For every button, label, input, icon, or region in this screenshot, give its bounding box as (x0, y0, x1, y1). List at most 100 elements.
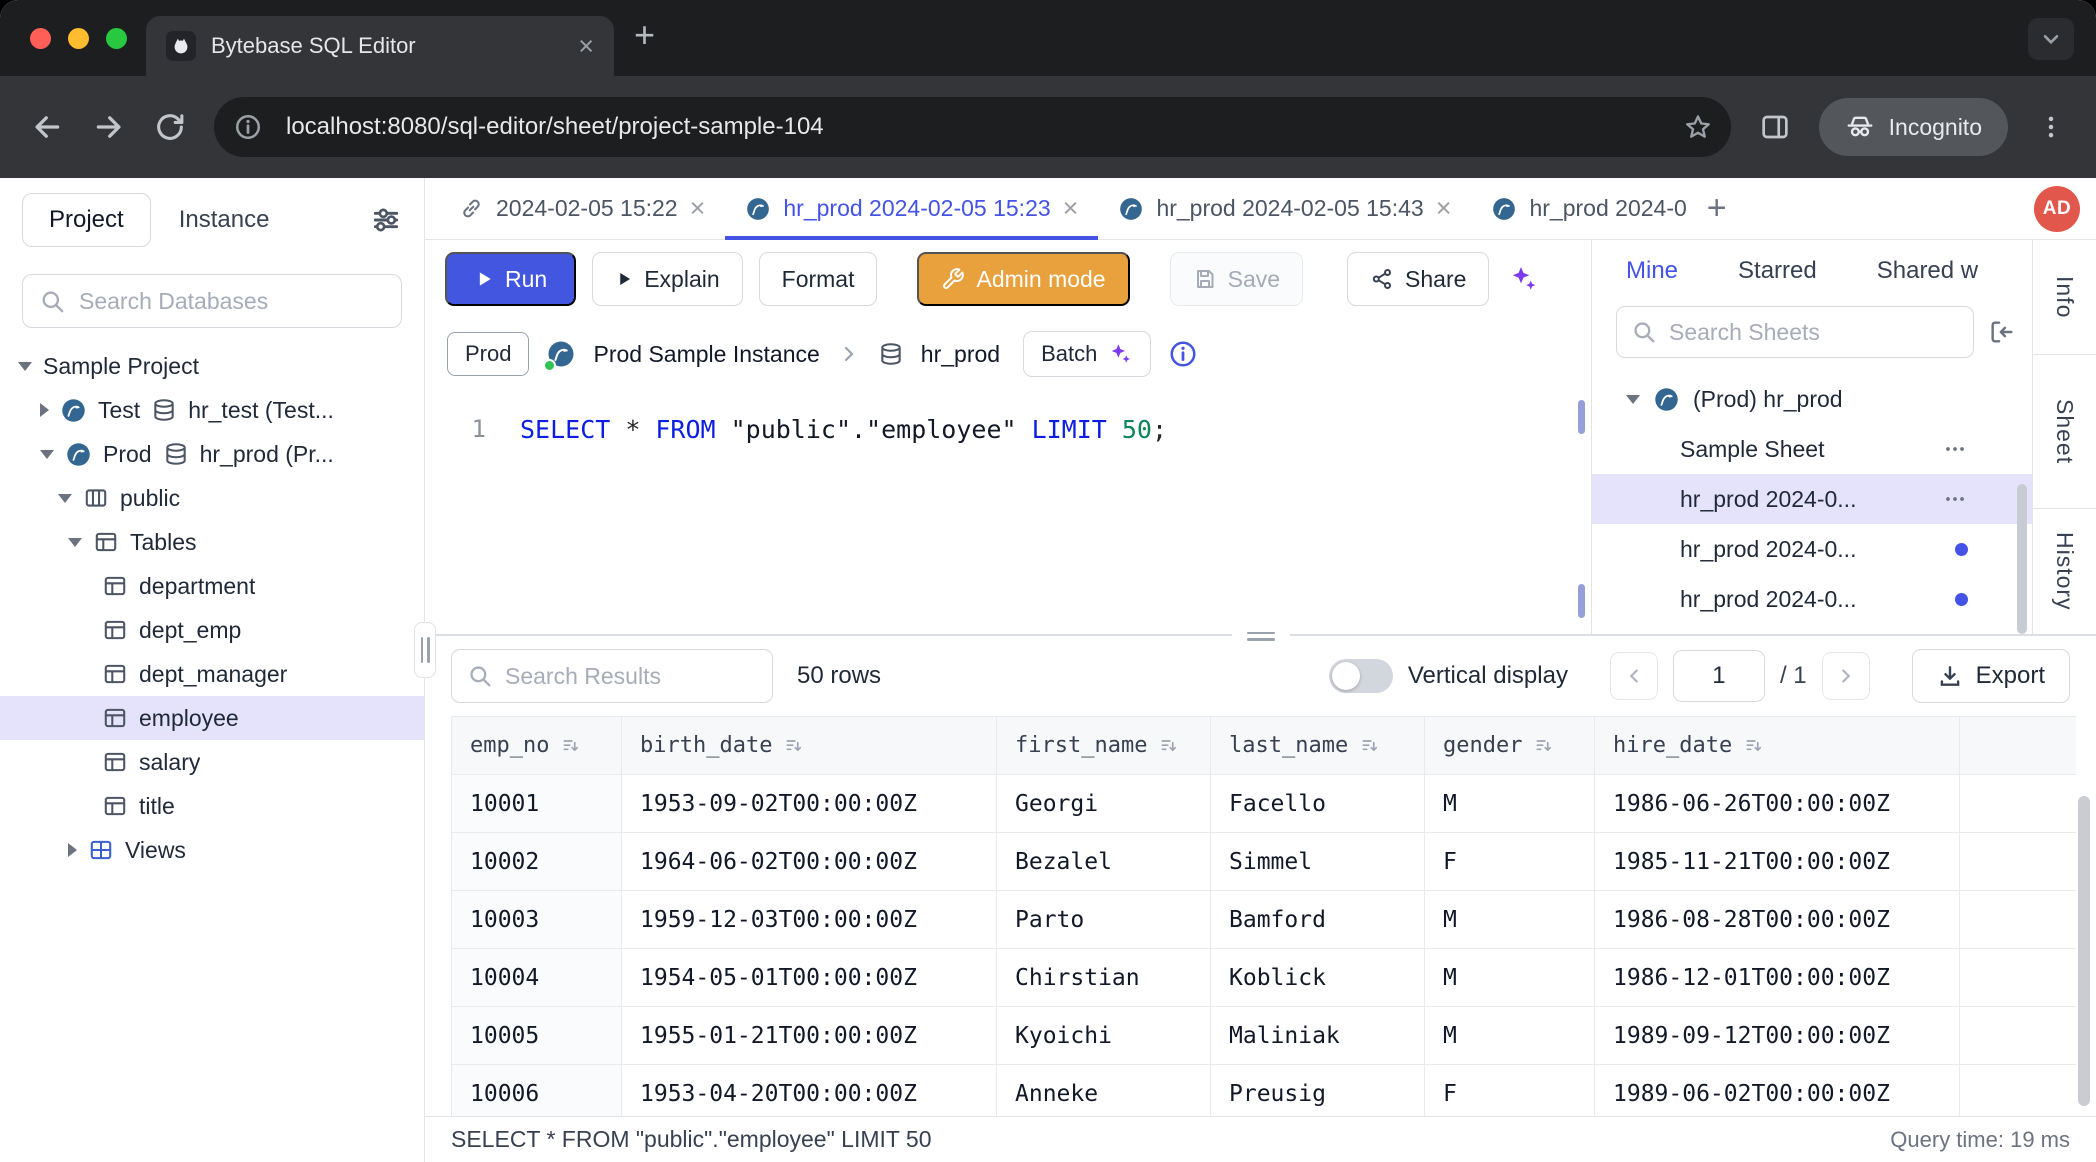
cell[interactable]: 10004 (452, 949, 622, 1007)
caret-down-icon[interactable] (40, 450, 54, 459)
import-sheet-icon[interactable] (1988, 318, 2016, 346)
bookmark-star-icon[interactable] (1683, 112, 1713, 142)
sheets-search[interactable] (1616, 306, 1974, 358)
close-sheet-tab-icon[interactable] (1436, 195, 1452, 222)
results-splitter-handle[interactable] (1232, 628, 1290, 644)
close-window-button[interactable] (30, 28, 51, 49)
table-row[interactable]: 10004 1954-05-01T00:00:00Z Chirstian Kob… (452, 949, 2076, 1007)
rail-tab-info[interactable]: Info (2033, 240, 2096, 355)
table-row[interactable]: 10001 1953-09-02T00:00:00Z Georgi Facell… (452, 775, 2076, 833)
close-sheet-tab-icon[interactable] (1063, 195, 1079, 222)
cell[interactable]: Maliniak (1211, 1007, 1425, 1065)
cell[interactable]: Kyoichi (997, 1007, 1211, 1065)
tree-item-schema-public[interactable]: public (0, 476, 424, 520)
cell[interactable]: Simmel (1211, 833, 1425, 891)
cell[interactable]: 10002 (452, 833, 622, 891)
caret-down-icon[interactable] (58, 494, 72, 503)
save-button[interactable]: Save (1170, 252, 1303, 306)
cell[interactable]: 1989-09-12T00:00:00Z (1595, 1007, 1960, 1065)
tree-item-table-dept-manager[interactable]: dept_manager (0, 652, 424, 696)
tree-item-views-group[interactable]: Views (0, 828, 424, 872)
cell[interactable]: 1954-05-01T00:00:00Z (622, 949, 997, 1007)
column-header[interactable]: emp_no (452, 717, 622, 775)
tab-mine[interactable]: Mine (1626, 257, 1678, 285)
cell[interactable]: 1985-11-21T00:00:00Z (1595, 833, 1960, 891)
cell[interactable]: F (1425, 1065, 1595, 1116)
sheet-tab-active[interactable]: hr_prod 2024-02-05 15:23 (725, 178, 1098, 239)
column-header[interactable]: first_name (997, 717, 1211, 775)
tree-item-prod-env[interactable]: Prod hr_prod (Pr... (0, 432, 424, 476)
database-search[interactable] (22, 274, 402, 328)
cell[interactable]: 10005 (452, 1007, 622, 1065)
format-button[interactable]: Format (759, 252, 878, 306)
database-name[interactable]: hr_prod (921, 341, 1000, 368)
sheets-scrollbar[interactable] (2017, 484, 2027, 634)
search-databases-input[interactable] (79, 288, 385, 315)
column-header[interactable]: hire_date (1595, 717, 1960, 775)
search-results-input[interactable] (505, 663, 757, 690)
sheet-tab-adhoc[interactable]: 2024-02-05 15:22 (439, 178, 725, 239)
tree-item-test-env[interactable]: Test hr_test (Test... (0, 388, 424, 432)
table-row[interactable]: 10006 1953-04-20T00:00:00Z Anneke Preusi… (452, 1065, 2076, 1116)
cell[interactable]: 1989-06-02T00:00:00Z (1595, 1065, 1960, 1116)
cell[interactable]: Bamford (1211, 891, 1425, 949)
cell[interactable]: 1953-09-02T00:00:00Z (622, 775, 997, 833)
tab-shared[interactable]: Shared w (1877, 257, 1978, 285)
browser-tab[interactable]: Bytebase SQL Editor (146, 16, 614, 76)
caret-right-icon[interactable] (68, 843, 77, 857)
cell[interactable]: 10003 (452, 891, 622, 949)
filter-sliders-icon[interactable] (370, 204, 402, 236)
table-row[interactable]: 10005 1955-01-21T00:00:00Z Kyoichi Malin… (452, 1007, 2076, 1065)
results-search[interactable] (451, 649, 773, 703)
column-header[interactable]: gender (1425, 717, 1595, 775)
rail-tab-sheet[interactable]: Sheet (2033, 355, 2096, 509)
tab-starred[interactable]: Starred (1738, 257, 1817, 285)
cell[interactable]: 1986-12-01T00:00:00Z (1595, 949, 1960, 1007)
cell[interactable]: Facello (1211, 775, 1425, 833)
next-page-button[interactable] (1822, 652, 1870, 700)
tree-item-tables-group[interactable]: Tables (0, 520, 424, 564)
prev-page-button[interactable] (1610, 652, 1658, 700)
side-panel-icon[interactable] (1759, 111, 1791, 143)
tree-item-table-dept-emp[interactable]: dept_emp (0, 608, 424, 652)
tab-close-icon[interactable] (578, 33, 594, 60)
sql-editor[interactable]: 1 SELECT * FROM "public"."employee" LIMI… (425, 390, 1591, 634)
cell[interactable]: 1964-06-02T00:00:00Z (622, 833, 997, 891)
cell[interactable]: Koblick (1211, 949, 1425, 1007)
cell[interactable]: M (1425, 891, 1595, 949)
table-row[interactable]: 10002 1964-06-02T00:00:00Z Bezalel Simme… (452, 833, 2076, 891)
tab-instance[interactable]: Instance (179, 206, 270, 234)
caret-down-icon[interactable] (18, 362, 32, 371)
browser-menu-kebab-icon[interactable] (2036, 112, 2066, 142)
forward-icon[interactable] (92, 110, 126, 144)
tab-project[interactable]: Project (22, 193, 151, 247)
cell[interactable]: 10006 (452, 1065, 622, 1116)
share-button[interactable]: Share (1347, 252, 1489, 306)
cell[interactable]: M (1425, 775, 1595, 833)
sidebar-resize-handle[interactable] (414, 622, 436, 678)
search-sheets-input[interactable] (1669, 319, 1959, 346)
url-text[interactable]: localhost:8080/sql-editor/sheet/project-… (286, 113, 1667, 141)
results-scrollbar[interactable] (2078, 796, 2090, 1106)
caret-down-icon[interactable] (68, 538, 82, 547)
caret-down-icon[interactable] (1626, 395, 1640, 404)
cell[interactable]: Parto (997, 891, 1211, 949)
batch-button[interactable]: Batch (1023, 331, 1151, 377)
table-row[interactable]: 10003 1959-12-03T00:00:00Z Parto Bamford… (452, 891, 2076, 949)
cell[interactable]: Georgi (997, 775, 1211, 833)
cell[interactable]: M (1425, 949, 1595, 1007)
more-actions-icon[interactable] (1942, 486, 1968, 512)
vertical-display-toggle[interactable] (1329, 659, 1393, 693)
tree-item-table-title[interactable]: title (0, 784, 424, 828)
cell[interactable]: 1959-12-03T00:00:00Z (622, 891, 997, 949)
editor-scroll-mark[interactable] (1578, 584, 1585, 618)
more-actions-icon[interactable] (1942, 436, 1968, 462)
minimize-window-button[interactable] (68, 28, 89, 49)
tree-item-table-department[interactable]: department (0, 564, 424, 608)
tab-search-chevron-icon[interactable] (2028, 18, 2074, 60)
sheet-item-unsaved-2[interactable]: hr_prod 2024-0... (1592, 574, 2032, 624)
cell[interactable]: Preusig (1211, 1065, 1425, 1116)
tree-item-project[interactable]: Sample Project (0, 344, 424, 388)
column-header[interactable]: birth_date (622, 717, 997, 775)
column-header[interactable]: last_name (1211, 717, 1425, 775)
